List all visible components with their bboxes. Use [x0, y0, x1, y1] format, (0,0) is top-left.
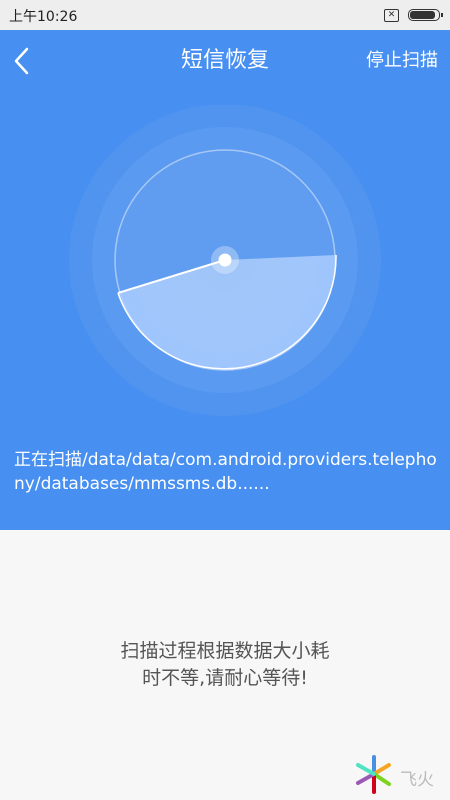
- battery-icon: [408, 9, 443, 21]
- wait-hint: 扫描过程根据数据大小耗 时不等,请耐心等待!: [0, 638, 450, 692]
- watermark-logo-icon: [356, 755, 391, 794]
- radar-center-dot: [218, 253, 232, 267]
- wait-hint-line1: 扫描过程根据数据大小耗: [120, 640, 330, 662]
- scan-path-text: 正在扫描/data/data/com.android.providers.tel…: [14, 450, 437, 494]
- no-sim-icon: ✕: [384, 9, 399, 22]
- status-bar: 上午10:26 ✕: [0, 0, 450, 30]
- watermark-text: 飞火: [400, 770, 434, 790]
- wait-hint-line2: 时不等,请耐心等待!: [142, 667, 308, 689]
- radar-scan-animation: [69, 105, 381, 416]
- watermark: 飞火: [350, 750, 450, 800]
- battery-fill: [410, 11, 436, 19]
- scan-header-panel: 短信恢复 停止扫描 正在扫描/data/data/com.android.pro…: [0, 30, 450, 530]
- stop-scan-button[interactable]: 停止扫描: [366, 48, 438, 74]
- status-time: 上午10:26: [9, 9, 78, 25]
